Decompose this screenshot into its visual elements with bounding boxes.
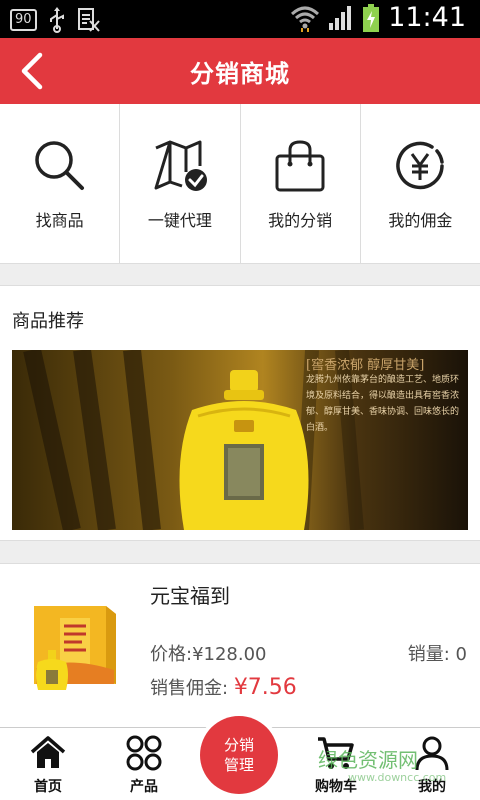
signal-icon <box>329 5 352 30</box>
watermark-url: www.downcc.com <box>348 771 447 784</box>
product-price: 价格:¥128.00 <box>150 640 267 666</box>
home-icon <box>30 736 66 768</box>
app-header: 分销商城 <box>0 38 480 104</box>
quick-action-one-click-agent[interactable]: 一键代理 <box>120 104 241 263</box>
quick-action-label: 一键代理 <box>147 211 212 230</box>
quick-action-my-distribution[interactable]: 我的分销 <box>241 104 361 263</box>
search-icon <box>34 141 84 190</box>
map-check-icon <box>154 140 207 191</box>
center-button-line2: 管理 <box>223 756 254 774</box>
distribution-management-button[interactable]: 分销 管理 <box>196 712 282 798</box>
usb-icon <box>49 7 64 33</box>
quick-action-my-commission[interactable]: 我的佣金 <box>361 104 480 263</box>
clock: 11:41 <box>388 2 466 33</box>
product-sales: 销量: 0 <box>408 640 467 666</box>
banner-tagline: [窖香浓郁 醇厚甘美] <box>306 358 425 373</box>
commission-value: ¥7.56 <box>233 675 297 700</box>
nav-label: 产品 <box>130 779 158 795</box>
sales-label: 销量: <box>407 644 450 665</box>
recommend-banner[interactable]: [窖香浓郁 醇厚甘美] 龙腾九州依靠茅台的酿造工艺、地质环境及原料结合，得以酿造… <box>12 350 468 530</box>
center-button-face: 分销 管理 <box>200 716 278 794</box>
sales-value: 0 <box>455 644 467 665</box>
center-button-line1: 分销 <box>223 736 254 754</box>
nav-home[interactable]: 首页 <box>0 728 96 800</box>
product-card[interactable]: 元宝福到 价格:¥128.00 销量: 0 销售佣金: ¥7.56 <box>0 563 480 727</box>
quick-action-label: 我的佣金 <box>388 211 453 230</box>
notification-badge: 90 <box>10 9 37 31</box>
page-title: 分销商城 <box>190 60 290 88</box>
product-thumbnail <box>34 606 116 690</box>
yen-coin-icon <box>396 141 445 190</box>
product-commission: 销售佣金: ¥7.56 <box>150 674 297 700</box>
watermark: 绿色资源网 www.downcc.com <box>318 744 446 784</box>
product-name: 元宝福到 <box>150 584 230 608</box>
banner-description: 龙腾九州依靠茅台的酿造工艺、地质环境及原料结合，得以酿造出具有窖香浓郁、醇厚甘美… <box>306 375 460 433</box>
status-bar: 90 11:41 <box>0 0 480 38</box>
nav-products[interactable]: 产品 <box>96 728 192 800</box>
quick-action-label: 找商品 <box>35 211 84 230</box>
app-screen: 90 11:41 分销商城 找商品 一键代理 我的分销 我的佣金 商品推荐 [窖… <box>0 0 480 800</box>
shopping-bag-icon <box>275 140 325 192</box>
recommend-section: 商品推荐 [窖香浓郁 醇厚甘美] 龙腾九州依靠茅台的酿造工艺、地质环境及原料结合… <box>0 285 480 541</box>
price-label: 价格: <box>150 644 193 665</box>
quick-action-find-products[interactable]: 找商品 <box>0 104 121 263</box>
wifi-icon <box>291 6 320 32</box>
grid-clover-icon <box>126 735 162 771</box>
quick-actions-grid: 找商品 一键代理 我的分销 我的佣金 <box>0 104 480 264</box>
quick-action-label: 我的分销 <box>268 211 333 230</box>
commission-label: 销售佣金: <box>150 678 229 699</box>
document-icon <box>77 8 100 32</box>
battery-icon <box>363 3 380 32</box>
nav-label: 首页 <box>34 779 62 795</box>
price-value: ¥128.00 <box>192 644 267 665</box>
watermark-text: 绿色资源网 <box>318 748 418 772</box>
section-title: 商品推荐 <box>12 311 84 332</box>
